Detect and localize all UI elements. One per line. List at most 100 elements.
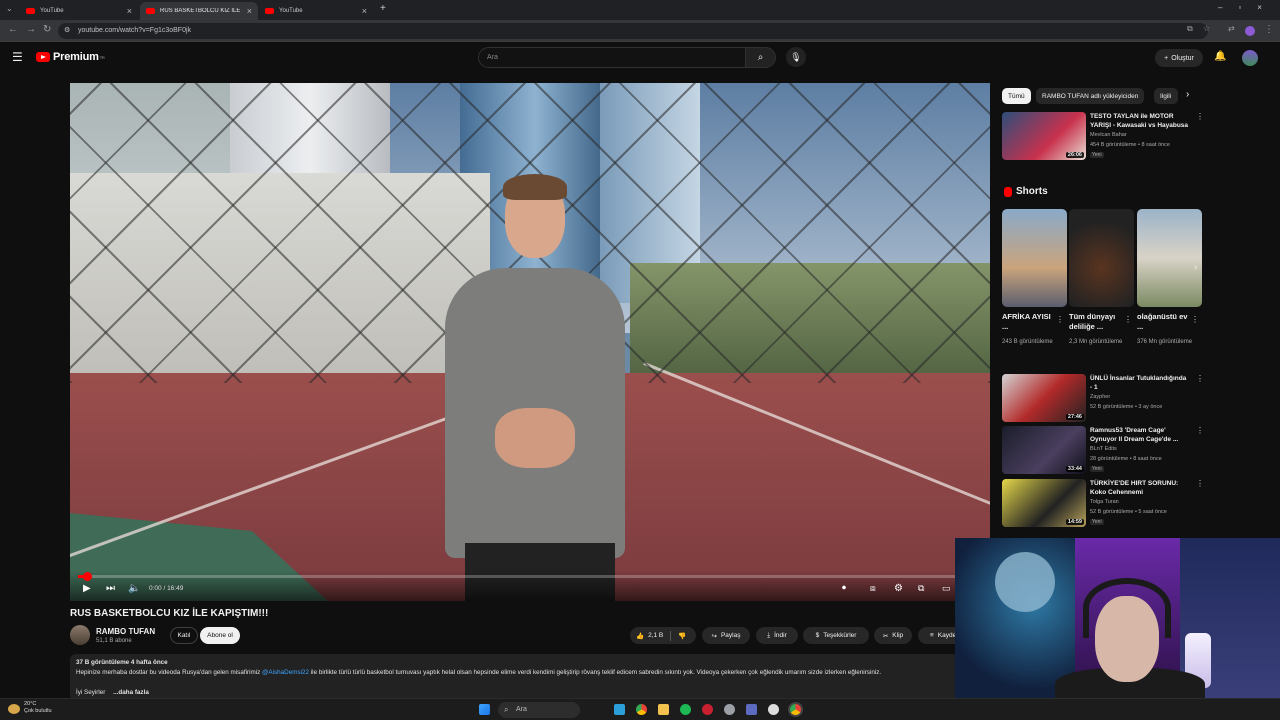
- chip-uploader[interactable]: RAMBO TUFAN adlı yükleyiciden: [1036, 88, 1145, 104]
- url-field[interactable]: ⚙ youtube.com/watch?v=Fg1c3oBF0jk: [58, 23, 1208, 39]
- app-icon[interactable]: [746, 704, 757, 715]
- settings-icon[interactable]: ⚙: [894, 583, 903, 594]
- tab-video[interactable]: RUS BASKETBOLCU KIZ İLE KAPIŞTIM!!! - Yo…: [140, 2, 258, 20]
- recommended-video[interactable]: 27:46 ÜNLÜ İnsanlar Tutuklandığında - 1 …: [1002, 374, 1204, 424]
- chrome-active-icon[interactable]: [790, 704, 801, 715]
- video-thumbnail[interactable]: 14:59: [1002, 479, 1086, 527]
- more-icon[interactable]: ⋮: [1056, 315, 1064, 324]
- forward-icon[interactable]: →: [26, 24, 36, 35]
- channel-avatar[interactable]: [70, 625, 90, 645]
- windows-icon[interactable]: [479, 704, 490, 715]
- subtitles-icon[interactable]: ⧈: [870, 583, 876, 594]
- short-thumbnail[interactable]: [1137, 209, 1202, 307]
- video-title[interactable]: Ramnus53 'Dream Cage' Oynuyor ll Dream C…: [1090, 426, 1190, 444]
- join-button[interactable]: Katıl: [170, 627, 198, 644]
- subscriber-count: 51,1 B abone: [96, 638, 132, 644]
- profile-avatar[interactable]: [1245, 26, 1255, 36]
- video-channel[interactable]: Tolga Turan: [1090, 499, 1119, 505]
- video-channel[interactable]: BLnT Edits: [1090, 446, 1117, 452]
- tab-youtube-3[interactable]: YouTube ×: [259, 2, 373, 20]
- reload-icon[interactable]: ↻: [43, 24, 51, 35]
- tab-youtube-1[interactable]: YouTube ×: [20, 2, 138, 20]
- clip-icon: ✂: [882, 632, 889, 640]
- video-player[interactable]: ▶ ⏭ 🔈 0:00 / 16:49 ⏺ ⧈ ⚙ ⧉ ▭: [70, 83, 990, 601]
- menu-icon[interactable]: ☰: [12, 50, 23, 64]
- recommended-video[interactable]: 33:44 Ramnus53 'Dream Cage' Oynuyor ll D…: [1002, 426, 1204, 476]
- short-title[interactable]: Tüm dünyayı deliliğe ...: [1069, 312, 1123, 332]
- miniplayer-icon[interactable]: ⧉: [918, 583, 924, 594]
- dislike-icon[interactable]: 👎: [678, 632, 686, 640]
- browser-menu-icon[interactable]: ⋮: [1264, 24, 1274, 35]
- youtube-premium-logo[interactable]: Premium TR: [36, 51, 105, 63]
- steam-icon[interactable]: [614, 704, 625, 715]
- autoplay-toggle[interactable]: ⏺: [842, 583, 846, 593]
- channel-name[interactable]: RAMBO TUFAN: [96, 627, 155, 636]
- tab-search-icon[interactable]: ⌄: [6, 4, 13, 13]
- chip-related[interactable]: Ilgili: [1154, 88, 1178, 104]
- tab-close-icon[interactable]: ×: [362, 6, 367, 16]
- short-thumbnail[interactable]: [1069, 209, 1134, 307]
- theater-icon[interactable]: ▭: [942, 583, 951, 594]
- chrome-icon[interactable]: [636, 704, 647, 715]
- show-more-link[interactable]: ...daha fazla: [113, 689, 149, 696]
- more-icon[interactable]: ⋮: [1196, 112, 1204, 121]
- video-title[interactable]: TÜRKİYE'DE HIRT SORUNU: Koko Cehennemi: [1090, 479, 1190, 497]
- settings-app-icon[interactable]: [724, 704, 735, 715]
- clip-button[interactable]: ✂ Klip: [874, 627, 912, 644]
- voice-search-button[interactable]: 🎙: [786, 47, 806, 67]
- video-thumbnail[interactable]: 26:06: [1002, 112, 1086, 160]
- search-button[interactable]: ⌕: [745, 47, 776, 68]
- video-title[interactable]: ÜNLÜ İnsanlar Tutuklandığında - 1: [1090, 374, 1190, 392]
- video-channel[interactable]: Mevlcan Bahar: [1090, 132, 1127, 138]
- search-input[interactable]: Ara: [478, 47, 746, 68]
- create-button[interactable]: + Oluştur: [1155, 49, 1203, 67]
- chip-all[interactable]: Tümü: [1002, 88, 1031, 104]
- chevron-right-icon[interactable]: ›: [1186, 89, 1189, 100]
- back-icon[interactable]: ←: [8, 24, 18, 35]
- subscribe-button[interactable]: Abone ol: [200, 627, 240, 644]
- site-info-icon[interactable]: ⚙: [64, 23, 70, 39]
- description-mention-link[interactable]: @AishaDemsi22: [262, 669, 309, 676]
- new-tab-button[interactable]: +: [380, 3, 386, 14]
- progress-bar[interactable]: [78, 572, 982, 581]
- spotify-icon[interactable]: [680, 704, 691, 715]
- opera-icon[interactable]: [702, 704, 713, 715]
- window-controls[interactable]: –▫×: [1218, 3, 1278, 12]
- next-icon[interactable]: ⏭: [106, 583, 115, 594]
- cast-icon[interactable]: ⧉: [1187, 24, 1193, 34]
- like-icon[interactable]: 👍: [636, 632, 644, 640]
- play-icon[interactable]: ▶: [83, 583, 91, 594]
- account-avatar[interactable]: [1242, 50, 1258, 66]
- bell-icon[interactable]: 🔔: [1214, 51, 1226, 62]
- video-channel[interactable]: Zaypher: [1090, 394, 1110, 400]
- recommended-video[interactable]: 26:06 TESTO TAYLAN ile MOTOR YARIŞI - Ka…: [1002, 112, 1204, 162]
- tab-close-icon[interactable]: ×: [127, 6, 132, 16]
- file-explorer-icon[interactable]: [658, 704, 669, 715]
- description-box[interactable]: 37 B görüntüleme 4 hafta önce Hepinize m…: [70, 654, 960, 702]
- obs-icon[interactable]: [768, 704, 779, 715]
- recommended-video[interactable]: 14:59 TÜRKİYE'DE HIRT SORUNU: Koko Cehen…: [1002, 479, 1204, 529]
- short-thumbnail[interactable]: [1002, 209, 1067, 307]
- download-button[interactable]: ⤓ İndir: [756, 627, 798, 644]
- share-button[interactable]: ↪ Paylaş: [702, 627, 750, 644]
- more-icon[interactable]: ⋮: [1124, 315, 1132, 324]
- bookmark-star-icon[interactable]: ☆: [1203, 24, 1210, 33]
- video-title[interactable]: TESTO TAYLAN ile MOTOR YARIŞI - Kawasaki…: [1090, 112, 1190, 130]
- video-thumbnail[interactable]: 33:44: [1002, 426, 1086, 474]
- chevron-right-icon[interactable]: ›: [1194, 262, 1197, 273]
- short-title[interactable]: AFRİKA AYISI ...: [1002, 312, 1056, 332]
- volume-icon[interactable]: 🔈: [128, 583, 140, 594]
- tab-close-icon[interactable]: ×: [247, 6, 252, 16]
- more-icon[interactable]: ⋮: [1196, 479, 1204, 488]
- short-title[interactable]: olağanüstü ev ...: [1137, 312, 1191, 332]
- more-icon[interactable]: ⋮: [1196, 426, 1204, 435]
- progress-scrubber[interactable]: [83, 572, 93, 581]
- more-icon[interactable]: ⋮: [1196, 374, 1204, 383]
- video-thumbnail[interactable]: 27:46: [1002, 374, 1086, 422]
- thanks-button[interactable]: $ Teşekkürler: [803, 627, 869, 644]
- taskbar-search[interactable]: ⌕ Ara: [498, 702, 580, 718]
- extensions-icon[interactable]: ⇄: [1228, 24, 1235, 33]
- weather-widget[interactable]: 20°C Çok bulutlu: [24, 701, 52, 715]
- more-icon[interactable]: ⋮: [1191, 315, 1199, 324]
- like-dislike-button[interactable]: 👍 2,1 B 👎: [630, 627, 696, 644]
